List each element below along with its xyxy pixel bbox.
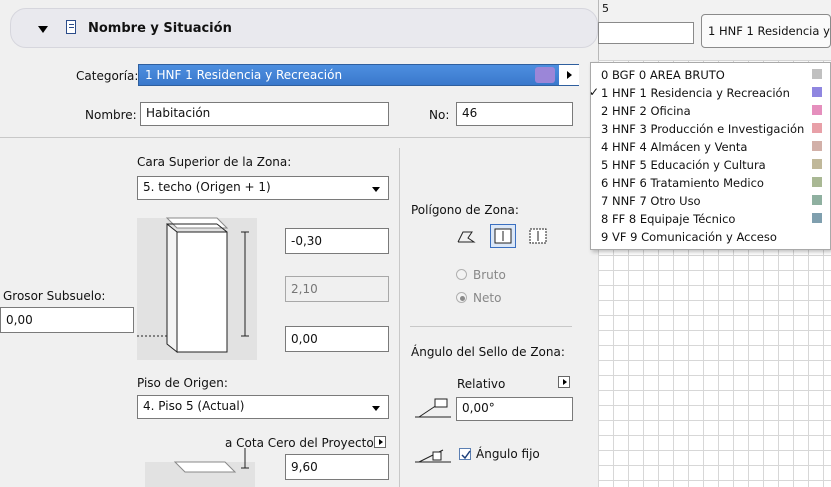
category-dropdown-value: 1 HNF 1 Residencia y Recreación (145, 68, 343, 82)
gross-polygon-icon[interactable] (527, 226, 551, 248)
fixed-angle-label: Ángulo fijo (476, 447, 540, 461)
menu-item-category[interactable]: 5 HNF 5 Educación y Cultura (591, 156, 829, 174)
category-color-swatch (812, 105, 822, 115)
project-zero-diagram (145, 448, 255, 487)
name-input[interactable]: Habitación (140, 102, 389, 126)
home-floor-value: 4. Piso 5 (Actual) (143, 399, 245, 413)
name-label: Nombre: (85, 108, 137, 122)
category-color-swatch (535, 67, 555, 83)
category-color-swatch (812, 123, 822, 133)
home-floor-label: Piso de Origen: (137, 376, 228, 390)
fixed-angle-icon (413, 446, 453, 464)
top-surface-dropdown[interactable]: 5. techo (Origen + 1) (137, 176, 389, 200)
background-cell-text: 5 (602, 2, 609, 15)
fixed-angle-checkbox[interactable] (459, 448, 471, 460)
collapse-triangle-icon[interactable] (38, 26, 48, 33)
zone-height-input: 2,10 (285, 276, 389, 302)
category-color-swatch (812, 159, 822, 169)
stamp-angle-label: Ángulo del Sello de Zona: (411, 345, 565, 359)
project-zero-input[interactable]: 9,60 (285, 454, 389, 480)
category-color-swatch (812, 177, 822, 187)
category-color-swatch (812, 213, 822, 223)
column-divider (399, 148, 400, 487)
category-label: Categoría: (76, 69, 139, 83)
bruto-label: Bruto (473, 268, 506, 282)
free-polygon-icon[interactable] (456, 228, 478, 246)
net-polygon-icon[interactable] (490, 224, 516, 248)
menu-item-category[interactable]: 6 HNF 6 Tratamiento Medico (591, 174, 829, 192)
category-color-swatch (812, 141, 822, 151)
menu-item-category[interactable]: 8 FF 8 Equipaje Técnico (591, 210, 829, 228)
top-offset-input[interactable]: -0,30 (285, 228, 389, 254)
neto-label: Neto (473, 291, 502, 305)
background-combo[interactable]: 1 HNF 1 Residencia y (701, 14, 831, 48)
menu-item-category[interactable]: 7 NNF 7 Otro Uso (591, 192, 829, 210)
menu-item-category[interactable]: ✓ 1 HNF 1 Residencia y Recreación (589, 84, 829, 102)
category-dropdown[interactable]: 1 HNF 1 Residencia y Recreación (138, 64, 579, 86)
number-input[interactable]: 46 (456, 102, 573, 126)
neto-radio[interactable] (456, 292, 467, 303)
menu-item-category[interactable]: 2 HNF 2 Oficina (591, 102, 829, 120)
chevron-down-icon (372, 406, 380, 411)
section-title: Nombre y Situación (88, 21, 232, 36)
subfloor-input[interactable]: 0,00 (0, 307, 134, 333)
top-surface-label: Cara Superior de la Zona: (137, 155, 292, 169)
category-color-swatch (812, 87, 822, 97)
background-combo-value: 1 HNF 1 Residencia y (708, 24, 830, 38)
home-floor-dropdown[interactable]: 4. Piso 5 (Actual) (137, 395, 389, 419)
relative-label: Relativo (457, 377, 506, 391)
category-color-swatch (812, 69, 822, 79)
menu-item-category[interactable]: 0 BGF 0 AREA BRUTO (591, 66, 829, 84)
number-label: No: (429, 108, 450, 122)
subfloor-label: Grosor Subsuelo: (3, 289, 106, 303)
angle-icon (413, 397, 453, 419)
background-cell (598, 22, 694, 44)
zone-polygon-label: Polígono de Zona: (411, 203, 519, 217)
menu-item-category[interactable]: 9 VF 9 Comunicación y Acceso (591, 228, 829, 246)
category-popup-menu[interactable]: 0 BGF 0 AREA BRUTO ✓ 1 HNF 1 Residencia … (589, 62, 831, 250)
divider (410, 326, 572, 327)
stamp-angle-input[interactable]: 0,00° (456, 397, 573, 421)
top-surface-value: 5. techo (Origen + 1) (143, 180, 271, 194)
project-zero-menu-button[interactable] (374, 436, 386, 448)
divider (0, 137, 590, 138)
dropdown-arrow-icon (559, 65, 579, 85)
bruto-radio[interactable] (456, 269, 467, 280)
bottom-offset-input[interactable]: 0,00 (285, 326, 389, 352)
relative-menu-button[interactable] (558, 376, 570, 388)
checkmark-icon: ✓ (589, 85, 600, 99)
zone-height-diagram (137, 217, 257, 360)
zone-name-icon (66, 20, 76, 34)
category-color-swatch (812, 195, 822, 205)
menu-item-category[interactable]: 4 HNF 4 Almácen y Venta (591, 138, 829, 156)
menu-item-category[interactable]: 3 HNF 3 Producción e Investigación (591, 120, 829, 138)
chevron-down-icon (372, 187, 380, 192)
